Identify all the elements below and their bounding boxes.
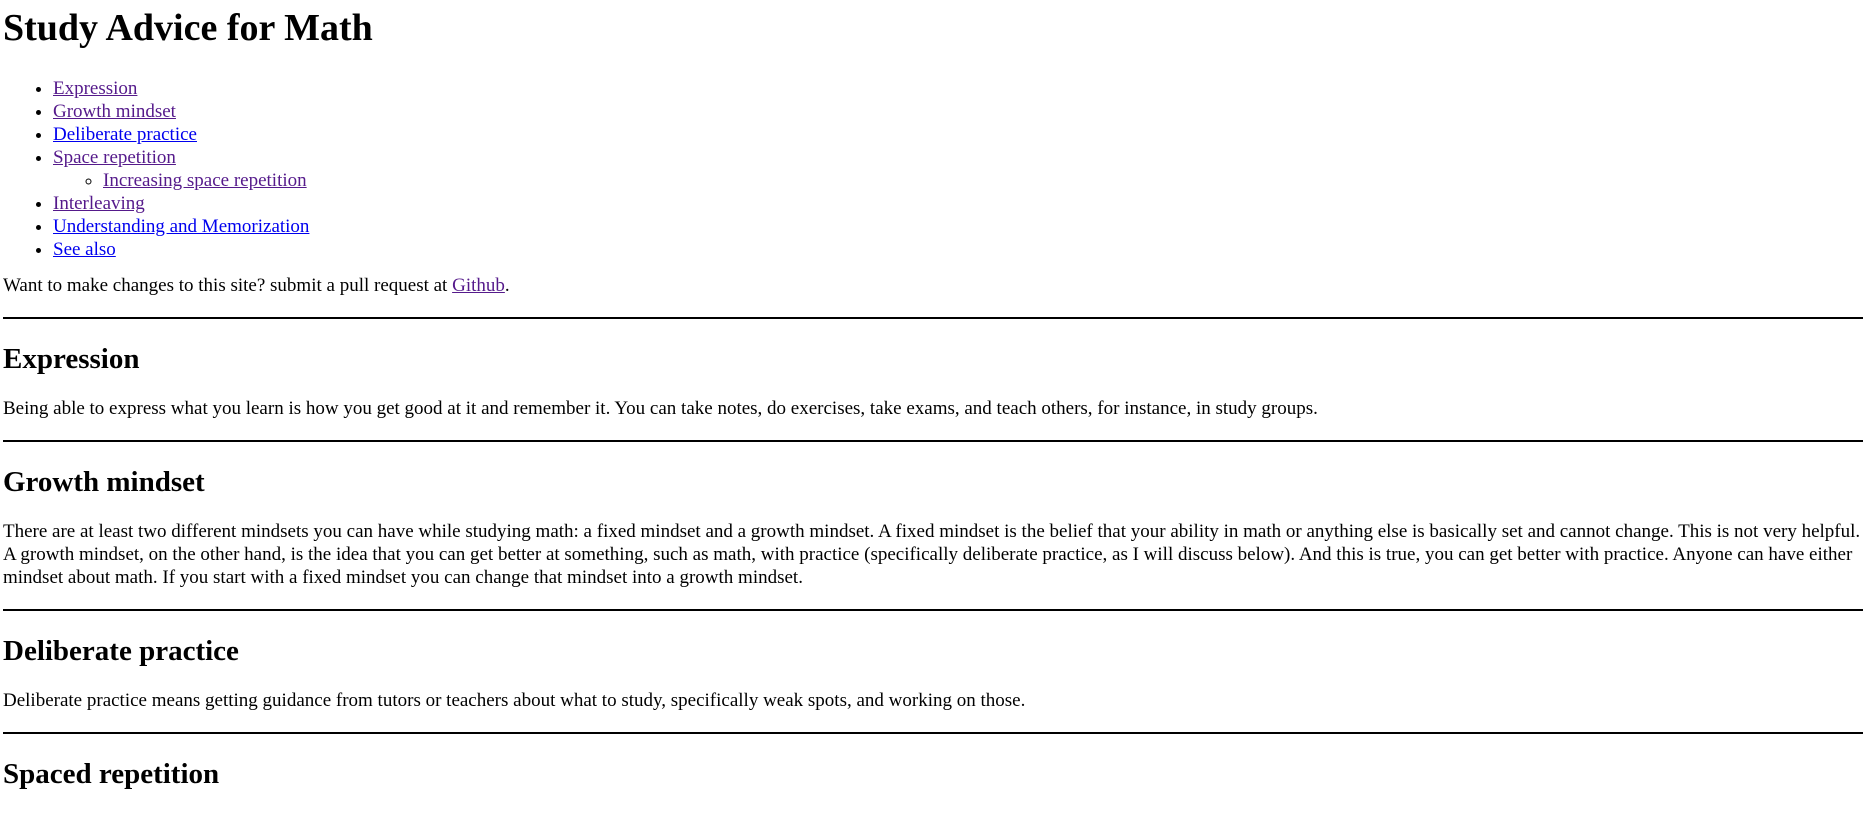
divider (3, 609, 1863, 611)
contribute-note: Want to make changes to this site? submi… (3, 274, 1863, 297)
section-heading-spaced-repetition: Spaced repetition (3, 758, 220, 790)
toc-link-increasing-space-repetition[interactable]: Increasing space repetition (103, 170, 307, 191)
table-of-contents: Expression Growth mindset Deliberate pra… (3, 77, 1863, 261)
section-heading-deliberate-practice: Deliberate practice (3, 635, 239, 667)
toc-link-growth-mindset[interactable]: Growth mindset (53, 101, 176, 122)
toc-link-space-repetition[interactable]: Space repetition (53, 147, 176, 168)
divider (3, 440, 1863, 442)
section-heading-expression: Expression (3, 343, 140, 375)
toc-item-increasing-space-repetition: Increasing space repetition (103, 169, 1863, 192)
toc-item-understanding: Understanding and Memorization (53, 215, 1863, 238)
section-body-growth-mindset: There are at least two different mindset… (3, 521, 1861, 588)
github-link[interactable]: Github (452, 275, 505, 296)
contribute-suffix: . (504, 275, 510, 296)
toc-item-deliberate-practice: Deliberate practice (53, 123, 1863, 146)
toc-item-see-also: See also (53, 238, 1863, 261)
toc-link-see-also[interactable]: See also (53, 239, 116, 260)
contribute-text: Want to make changes to this site? submi… (3, 275, 453, 296)
section-heading-growth-mindset: Growth mindset (3, 466, 205, 498)
toc-sublist: Increasing space repetition (53, 169, 1863, 192)
toc-link-expression[interactable]: Expression (53, 78, 137, 99)
toc-item-expression: Expression (53, 77, 1863, 100)
divider (3, 732, 1863, 734)
toc-item-space-repetition: Space repetition Increasing space repeti… (53, 146, 1863, 192)
toc-link-deliberate-practice[interactable]: Deliberate practice (53, 124, 197, 145)
toc-link-understanding-and-memorization[interactable]: Understanding and Memorization (53, 216, 309, 237)
toc-item-interleaving: Interleaving (53, 192, 1863, 215)
divider (3, 317, 1863, 319)
page: Study Advice for Math Expression Growth … (0, 4, 1867, 792)
page-title: Study Advice for Math (3, 7, 373, 49)
toc-item-growth-mindset: Growth mindset (53, 100, 1863, 123)
section-body-expression: Being able to express what you learn is … (3, 398, 1318, 419)
section-body-deliberate-practice: Deliberate practice means getting guidan… (3, 690, 1026, 711)
toc-link-interleaving[interactable]: Interleaving (53, 193, 145, 214)
